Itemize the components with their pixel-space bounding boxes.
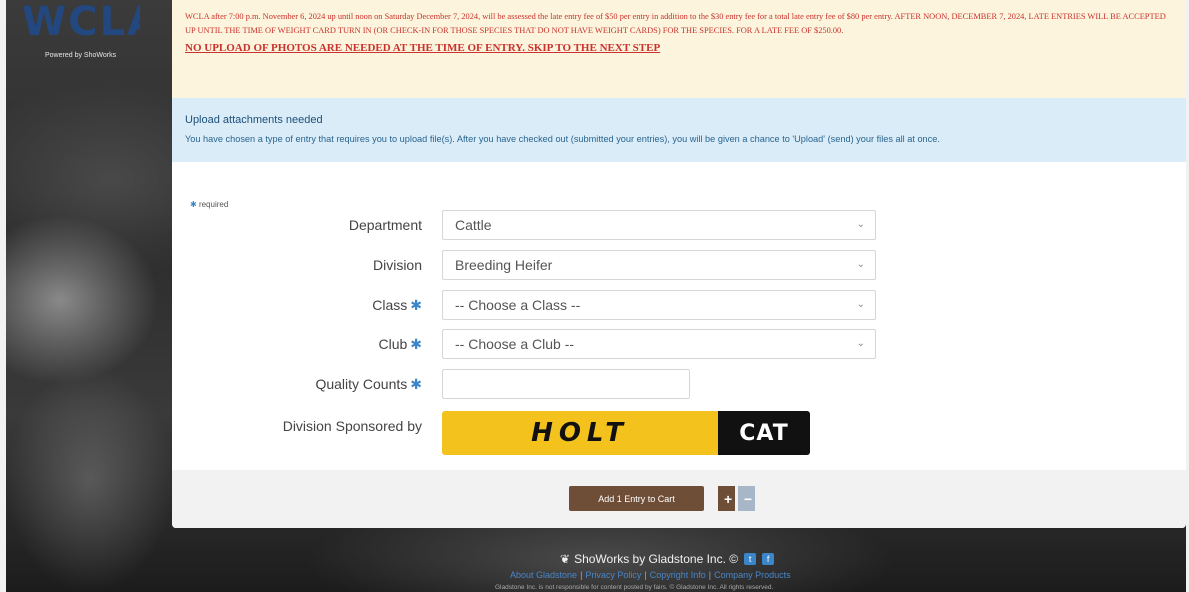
required-asterisk-icon: ✱	[410, 297, 422, 313]
division-select-value: Breeding Heifer	[455, 257, 553, 273]
club-select[interactable]: -- Choose a Club -- ⌄	[442, 329, 876, 359]
class-label: Class ✱	[372, 297, 422, 313]
footer-link-about[interactable]: About Gladstone	[510, 570, 577, 580]
upload-alert-title: Upload attachments needed	[185, 114, 323, 126]
late-entry-notice-text: WCLA after 7:00 p.m. November 6, 2024 up…	[185, 12, 1166, 35]
required-legend: ✱ required	[190, 200, 228, 209]
twitter-icon[interactable]: t	[744, 553, 757, 565]
footer-brand-text: ShoWorks by Gladstone Inc. ©	[574, 552, 739, 566]
cat-logo: CAT	[718, 411, 810, 455]
footer-links: About Gladstone | Privacy Policy | Copyright…	[510, 570, 791, 580]
required-asterisk-icon: ✱	[410, 376, 422, 392]
decrease-entries-button[interactable]: −	[738, 486, 755, 511]
footer-link-privacy[interactable]: Privacy Policy	[585, 570, 641, 580]
club-row: Club ✱ -- Choose a Club -- ⌄	[172, 329, 1186, 359]
quality-counts-input[interactable]	[442, 369, 690, 399]
showorks-leaf-icon: ❦	[560, 552, 571, 566]
division-select[interactable]: Breeding Heifer ⌄	[442, 250, 876, 280]
facebook-icon[interactable]: f	[762, 553, 775, 565]
upload-attachments-alert: Upload attachments needed You have chose…	[172, 98, 1186, 162]
required-asterisk-icon: ✱	[410, 336, 422, 352]
powered-by-text: Powered by ShoWorks	[45, 52, 117, 59]
quality-counts-row: Quality Counts ✱	[172, 369, 1186, 399]
required-asterisk-icon: ✱	[190, 200, 197, 209]
club-label: Club ✱	[378, 336, 422, 352]
increase-entries-button[interactable]: +	[718, 486, 735, 511]
chevron-down-icon: ⌄	[856, 219, 865, 230]
skip-upload-link[interactable]: NO UPLOAD OF PHOTOS ARE NEEDED AT THE TI…	[185, 42, 660, 54]
required-legend-label: required	[198, 200, 229, 209]
cart-action-bar: Add 1 Entry to Cart + −	[172, 470, 1186, 528]
holt-cat-sponsor-logo: HOLT CAT	[442, 411, 810, 455]
club-select-placeholder: -- Choose a Club --	[455, 336, 575, 352]
wcla-logo[interactable]: WCLA	[22, 2, 140, 42]
add-entry-to-cart-button[interactable]: Add 1 Entry to Cart	[569, 486, 704, 511]
division-label: Division	[372, 257, 422, 273]
department-label: Department	[348, 217, 422, 233]
chevron-down-icon: ⌄	[856, 299, 865, 310]
late-entry-notice: WCLA after 7:00 p.m. November 6, 2024 up…	[172, 0, 1186, 98]
department-select[interactable]: Cattle ⌄	[442, 210, 876, 240]
department-row: Department Cattle ⌄	[172, 210, 1186, 240]
department-select-value: Cattle	[455, 217, 492, 233]
footer-link-copyright[interactable]: Copyright Info	[650, 570, 706, 580]
class-row: Class ✱ -- Choose a Class -- ⌄	[172, 290, 1186, 320]
entry-form-panel: WCLA after 7:00 p.m. November 6, 2024 up…	[172, 0, 1186, 528]
holt-logo: HOLT	[442, 411, 718, 455]
upload-alert-text: You have chosen a type of entry that req…	[185, 134, 940, 144]
sponsor-label: Division Sponsored by	[282, 418, 422, 434]
window-edge-left	[0, 0, 6, 592]
sponsor-row: Division Sponsored by HOLT CAT	[172, 411, 1186, 455]
chevron-down-icon: ⌄	[856, 338, 865, 349]
quality-counts-label: Quality Counts ✱	[315, 376, 422, 392]
division-row: Division Breeding Heifer ⌄	[172, 250, 1186, 280]
footer-brand: ❦ ShoWorks by Gladstone Inc. © t f	[560, 552, 775, 566]
class-select-placeholder: -- Choose a Class --	[455, 297, 581, 313]
cat-logo-text: CAT	[739, 420, 789, 446]
chevron-down-icon: ⌄	[856, 259, 865, 270]
footer-disclaimer: Gladstone Inc. is not responsible for co…	[495, 584, 774, 591]
footer-link-products[interactable]: Company Products	[714, 570, 791, 580]
class-select[interactable]: -- Choose a Class -- ⌄	[442, 290, 876, 320]
holt-logo-text: HOLT	[531, 418, 629, 448]
